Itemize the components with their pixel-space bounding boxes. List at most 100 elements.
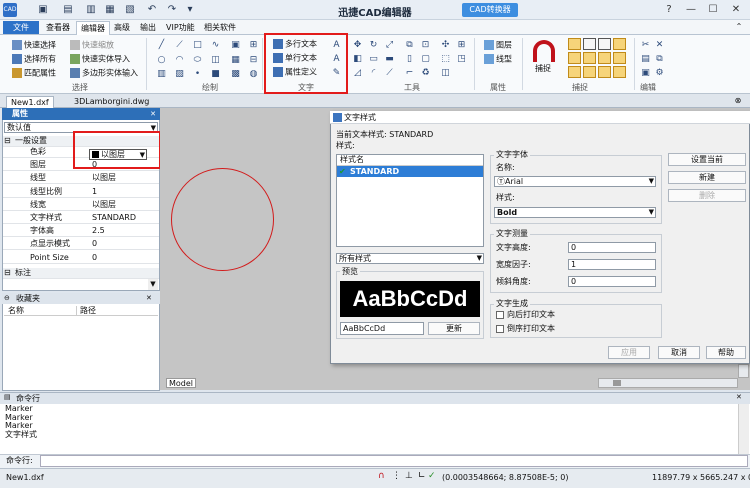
snap-tangent-icon[interactable]: [613, 38, 626, 50]
clipboard-icon[interactable]: ▣: [640, 68, 651, 78]
snap-extension-icon[interactable]: [613, 66, 626, 78]
menu-related[interactable]: 相关软件: [200, 21, 240, 34]
spline-icon[interactable]: ∿: [210, 40, 221, 50]
property-row[interactable]: Point Size 0: [3, 253, 159, 264]
print-icon[interactable]: ▦: [104, 3, 116, 16]
new-icon[interactable]: ▣: [37, 3, 49, 16]
snap-nearest-icon[interactable]: [583, 66, 596, 78]
property-row[interactable]: 字体高 2.5: [3, 226, 159, 238]
menu-advanced[interactable]: 高级: [110, 21, 134, 34]
font-name-select[interactable]: ⓉArial ▼: [494, 176, 656, 187]
polyline-icon[interactable]: ⟋: [174, 40, 185, 50]
move-icon[interactable]: ✥: [352, 40, 363, 50]
style-list-item[interactable]: ✔ STANDARD: [337, 166, 483, 177]
delete-style-button[interactable]: 删除: [668, 189, 746, 202]
help-icon[interactable]: ?: [662, 3, 676, 17]
preview-text-input[interactable]: AaBbCcDd: [340, 322, 424, 335]
oblique-angle-input[interactable]: 0: [568, 276, 656, 287]
tab-lamborghini[interactable]: 3DLamborgini.dwg: [70, 96, 153, 108]
section-dimension[interactable]: ⊟ 标注: [3, 268, 159, 279]
font-style-select[interactable]: Bold ▼: [494, 207, 656, 218]
minimize-icon[interactable]: —: [684, 3, 698, 17]
ellipse-icon[interactable]: ⬭: [192, 55, 203, 65]
snap-intersection-icon[interactable]: [568, 52, 581, 64]
snap-magnet-icon[interactable]: ∩: [378, 471, 388, 482]
open-icon[interactable]: ▤: [62, 3, 74, 16]
corner-icon[interactable]: ⌐: [404, 68, 415, 78]
measure-icon[interactable]: ⊟: [248, 55, 259, 65]
help-button[interactable]: 帮助: [706, 346, 746, 359]
menu-file[interactable]: 文件: [3, 21, 39, 34]
circle-icon[interactable]: ○: [156, 55, 167, 65]
quick-entity-import-button[interactable]: 快速实体导入: [70, 54, 130, 65]
width-factor-input[interactable]: 1: [568, 259, 656, 270]
dimension-icon[interactable]: ⊞: [248, 40, 259, 50]
align-icon[interactable]: ⊡: [420, 40, 431, 50]
maximize-icon[interactable]: ☐: [706, 3, 720, 17]
insert-icon[interactable]: ▣: [230, 40, 241, 50]
snap-parallel-icon[interactable]: [598, 66, 611, 78]
explode-icon[interactable]: ✣: [440, 40, 451, 50]
line-icon[interactable]: ╱: [156, 40, 167, 50]
join-icon[interactable]: ⬚: [440, 54, 451, 64]
arc-icon[interactable]: ◠: [174, 55, 185, 65]
property-row[interactable]: 点显示模式 0: [3, 239, 159, 251]
snap-midpoint-icon[interactable]: [583, 52, 596, 64]
lengthen-icon[interactable]: ⟋: [384, 68, 395, 78]
tab-close-icon[interactable]: ⊗: [731, 96, 745, 106]
horizontal-scrollbar[interactable]: [598, 378, 738, 388]
menu-editor[interactable]: 编辑器: [76, 21, 110, 35]
scrollbar-thumb[interactable]: [613, 380, 621, 386]
property-row[interactable]: 线宽 以图层: [3, 200, 159, 211]
ribbon-collapse-icon[interactable]: ⌃: [733, 22, 745, 33]
delete-icon[interactable]: ✕: [654, 40, 665, 50]
property-row[interactable]: 线型 以图层: [3, 173, 159, 185]
chamfer-icon[interactable]: ◿: [352, 68, 363, 78]
property-row[interactable]: 线型比例 1: [3, 187, 159, 198]
menu-vip[interactable]: VIP功能: [162, 21, 199, 34]
point-icon[interactable]: •: [192, 69, 203, 79]
command-close-icon[interactable]: ✕: [736, 393, 746, 402]
layer-button[interactable]: 图层: [484, 40, 512, 51]
lineweight-icon[interactable]: ✓: [428, 471, 438, 482]
save-icon[interactable]: ▥: [85, 3, 97, 16]
grid-icon[interactable]: ▩: [230, 69, 241, 79]
trim-icon[interactable]: ▬: [384, 54, 395, 64]
extend-icon[interactable]: ▯: [404, 54, 415, 64]
tab-new1[interactable]: New1.dxf: [6, 96, 54, 108]
upside-down-checkbox[interactable]: 倒序打印文本: [496, 324, 555, 334]
command-scrollbar[interactable]: [738, 404, 749, 454]
apply-button[interactable]: 应用: [608, 346, 650, 359]
cancel-button[interactable]: 取消: [658, 346, 700, 359]
hatch-icon[interactable]: ▥: [156, 69, 167, 79]
snap-node-icon[interactable]: [598, 52, 611, 64]
select-all-button[interactable]: 选择所有: [12, 54, 56, 65]
tab-model[interactable]: Model: [166, 378, 196, 388]
polar-icon[interactable]: ∟: [418, 471, 428, 482]
style-list[interactable]: 样式名 ✔ STANDARD: [336, 154, 484, 247]
favorites-close-icon[interactable]: ✕: [146, 294, 156, 303]
snap-endpoint-icon[interactable]: [568, 38, 581, 50]
array-icon[interactable]: ⊞: [456, 40, 467, 50]
style-filter-select[interactable]: 所有样式 ▼: [336, 253, 484, 264]
snap-center-icon[interactable]: [598, 38, 611, 50]
cut-icon[interactable]: ✂: [640, 40, 651, 50]
mirror-icon[interactable]: ◧: [352, 54, 363, 64]
polygon-entity-input-button[interactable]: 多边形实体输入: [70, 68, 138, 79]
quick-select-button[interactable]: 快速选择: [12, 40, 56, 51]
snap-button-label[interactable]: 捕捉: [535, 64, 551, 74]
quick-zoom-button[interactable]: 快速缩放: [70, 40, 114, 51]
snap-insert-icon[interactable]: [568, 66, 581, 78]
settings-icon[interactable]: ⚙: [654, 68, 665, 78]
panel-close-icon[interactable]: ✕: [148, 109, 158, 119]
close-icon[interactable]: ✕: [729, 3, 743, 17]
cad-converter-button[interactable]: CAD转换器: [462, 3, 518, 17]
property-row[interactable]: 文字样式 STANDARD: [3, 213, 159, 224]
new-style-button[interactable]: 新建: [668, 171, 746, 184]
block-icon[interactable]: ◫: [440, 68, 451, 78]
undo-icon[interactable]: ↶: [146, 3, 158, 16]
snap-quadrant-icon[interactable]: [613, 52, 626, 64]
recycle-icon[interactable]: ♻: [420, 68, 431, 78]
paste-icon[interactable]: ▤: [640, 54, 651, 64]
update-button[interactable]: 更新: [428, 322, 480, 335]
